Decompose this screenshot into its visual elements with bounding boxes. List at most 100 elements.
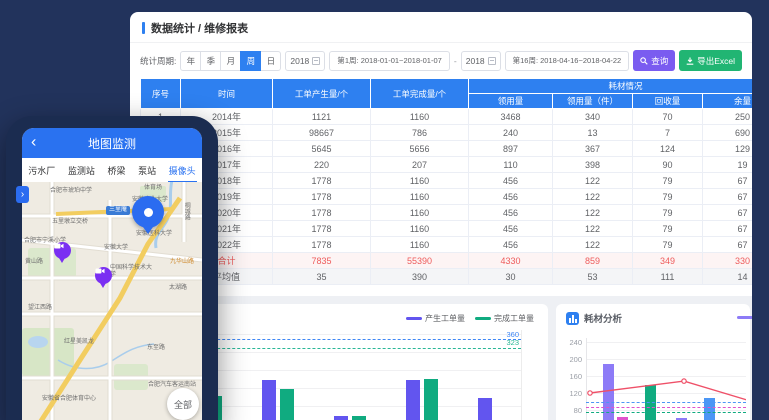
- query-button[interactable]: 查询: [633, 50, 675, 71]
- table-cell: 98667: [273, 125, 371, 141]
- filter-toolbar: 统计周期: 年 季 月 周 日 2018 第1周: 2018-01-01~201…: [130, 43, 752, 78]
- period-option-quarter[interactable]: 季: [200, 51, 221, 71]
- table-cell: 35: [273, 269, 371, 285]
- tab-pump-station[interactable]: 泵站: [138, 164, 156, 177]
- table-cell: 7: [633, 125, 703, 141]
- tab-monitor-station[interactable]: 监测站: [68, 164, 95, 177]
- breadcrumb-accent-bar: [142, 22, 145, 34]
- table-cell: 690: [703, 125, 753, 141]
- map-place-label: 桐城路: [182, 202, 189, 220]
- camera-pin[interactable]: [95, 267, 112, 284]
- table-cell: 4330: [469, 253, 553, 269]
- tab-bridge[interactable]: 桥梁: [107, 164, 125, 177]
- table-cell: 220: [273, 157, 371, 173]
- start-week-field[interactable]: 第1周: 2018-01-01~2018-01-07: [329, 51, 450, 71]
- map-place-label: 合肥市琥珀中学: [50, 188, 92, 195]
- table-row: 52018年177811604561227967: [141, 173, 753, 189]
- phone-mockup: ‹ 地图监测 污水厂 监测站 桥梁 泵站 摄像头: [6, 116, 218, 420]
- table-row: 22015年98667786240137690: [141, 125, 753, 141]
- phone-app-header: ‹ 地图监测: [22, 128, 202, 158]
- col-group-consumables: 耗材情况: [469, 79, 753, 94]
- table-cell: 1778: [273, 173, 371, 189]
- table-cell: 55390: [371, 253, 469, 269]
- table-cell: 70: [633, 109, 703, 125]
- bar: [478, 398, 492, 420]
- table-cell: 13: [553, 125, 633, 141]
- table-cell: 390: [371, 269, 469, 285]
- clipped-legend-dash: [737, 316, 752, 319]
- start-year-select[interactable]: 2018: [285, 51, 325, 71]
- legend-item-completed: 完成工单量: [475, 313, 534, 324]
- table-cell: 79: [633, 189, 703, 205]
- col-time: 时间: [181, 79, 273, 109]
- report-table-wrap: 序号 时间 工单产生量/个 工单完成量/个 耗材情况 领用量 领用量（件） 回收…: [140, 78, 752, 285]
- table-cell: 67: [703, 189, 753, 205]
- calendar-icon: [488, 57, 496, 65]
- period-label: 统计周期:: [140, 55, 176, 67]
- table-cell: 79: [633, 205, 703, 221]
- table-row: 42017年2202071103989019: [141, 157, 753, 173]
- map-place-label: 九华山路: [170, 259, 194, 266]
- tab-camera[interactable]: 摄像头: [169, 164, 196, 177]
- map-place-label: 安徽省合肥体育中心: [42, 396, 96, 403]
- period-option-year[interactable]: 年: [180, 51, 201, 71]
- y-axis-tick-label: 200: [560, 356, 582, 364]
- table-cell: 859: [553, 253, 633, 269]
- table-cell: 1160: [371, 205, 469, 221]
- map-place-label: 三里庵: [106, 206, 130, 215]
- export-excel-button[interactable]: 导出Excel: [679, 50, 742, 71]
- table-cell: 67: [703, 221, 753, 237]
- y-axis-tick-label: 80: [560, 407, 582, 415]
- show-all-button[interactable]: 全部: [167, 388, 199, 420]
- table-cell: 79: [633, 221, 703, 237]
- col-sub-2: 回收量: [633, 94, 703, 109]
- map-place-label: 东至路: [147, 345, 165, 352]
- camera-pin[interactable]: [54, 242, 71, 259]
- y-axis-tick-label: 120: [560, 390, 582, 398]
- table-cell: 1778: [273, 189, 371, 205]
- table-header: 序号 时间 工单产生量/个 工单完成量/个 耗材情况 领用量 领用量（件） 回收…: [141, 79, 753, 109]
- end-year-select[interactable]: 2018: [461, 51, 501, 71]
- table-cell: 7835: [273, 253, 371, 269]
- period-option-week[interactable]: 周: [240, 51, 261, 71]
- table-cell: 3468: [469, 109, 553, 125]
- end-week-field[interactable]: 第16周: 2018-04-16~2018-04-22: [505, 51, 630, 71]
- consumables-chart-title: 耗材分析: [584, 311, 622, 325]
- table-cell: 456: [469, 189, 553, 205]
- camera-icon: [95, 267, 105, 275]
- map-place-label: 五里墩立交桥: [52, 219, 88, 226]
- table-cell: 122: [553, 173, 633, 189]
- table-row: 82021年177811604561227967: [141, 221, 753, 237]
- table-cell: 124: [633, 141, 703, 157]
- table-cell: 79: [633, 237, 703, 253]
- table-row: 72020年177811604561227967: [141, 205, 753, 221]
- expand-panel-button[interactable]: ›: [16, 186, 29, 203]
- report-table: 序号 时间 工单产生量/个 工单完成量/个 耗材情况 领用量 领用量（件） 回收…: [140, 78, 752, 285]
- end-year-value: 2018: [466, 56, 485, 66]
- col-created: 工单产生量/个: [273, 79, 371, 109]
- map-place-label: 体育场: [144, 185, 162, 192]
- table-cell: 786: [371, 125, 469, 141]
- download-icon: [686, 57, 694, 65]
- phone-screen: ‹ 地图监测 污水厂 监测站 桥梁 泵站 摄像头: [22, 128, 202, 420]
- map-view[interactable]: 合肥市琥珀中学体育场安徽农业大学桐城路五里墩立交桥三里庵安徽医科大学合肥市宁溪小…: [22, 182, 202, 420]
- table-cell: 250: [703, 109, 753, 125]
- table-cell: 129: [703, 141, 753, 157]
- table-cell: 1160: [371, 173, 469, 189]
- table-cell: 1160: [371, 237, 469, 253]
- phone-page-title: 地图监测: [88, 135, 136, 152]
- period-option-month[interactable]: 月: [220, 51, 241, 71]
- period-option-day[interactable]: 日: [260, 51, 281, 71]
- bar: [406, 380, 420, 420]
- average-row: 平均值35390305311114: [141, 269, 753, 285]
- table-cell: 67: [703, 205, 753, 221]
- selected-camera-marker[interactable]: [132, 196, 164, 228]
- table-cell: 340: [553, 109, 633, 125]
- tab-sewage-plant[interactable]: 污水厂: [28, 164, 55, 177]
- table-row: 32016年56455656897367124129: [141, 141, 753, 157]
- back-chevron-icon[interactable]: ‹: [31, 134, 36, 150]
- breadcrumb: 数据统计 / 维修报表: [130, 12, 752, 43]
- map-place-label: 太湖路: [169, 285, 187, 292]
- col-seq: 序号: [141, 79, 181, 109]
- period-segmented-control: 年 季 月 周 日: [180, 51, 281, 71]
